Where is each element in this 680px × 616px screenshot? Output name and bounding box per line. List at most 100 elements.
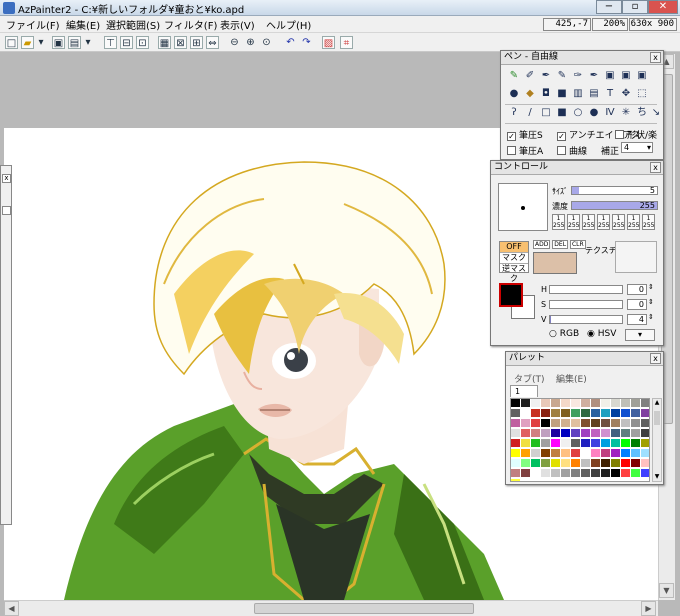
- curve-icon[interactable]: ち: [635, 106, 649, 120]
- palette-color-swatch[interactable]: [601, 429, 611, 438]
- h-value[interactable]: 0: [627, 284, 647, 295]
- palette-color-swatch[interactable]: [581, 429, 591, 438]
- palette-color-swatch[interactable]: [611, 399, 621, 408]
- palette-color-swatch[interactable]: [571, 439, 581, 448]
- palette-color-swatch[interactable]: [581, 459, 591, 468]
- palette-color-swatch[interactable]: [641, 419, 649, 428]
- fill-icon[interactable]: ■: [555, 87, 569, 101]
- palette-color-swatch[interactable]: [521, 399, 531, 408]
- palette-color-swatch[interactable]: [611, 449, 621, 458]
- palette-color-swatch[interactable]: [581, 409, 591, 418]
- palette-color-swatch[interactable]: [591, 409, 601, 418]
- palette-color-swatch[interactable]: [571, 459, 581, 468]
- pen-icon[interactable]: ✒: [539, 69, 553, 83]
- layer-icon[interactable]: ⊤: [104, 36, 117, 49]
- zoom-out-icon[interactable]: ⊖: [228, 36, 241, 49]
- rect-icon[interactable]: □: [539, 106, 553, 120]
- palette-color-swatch[interactable]: [581, 469, 591, 478]
- palette-color-swatch[interactable]: [521, 469, 531, 478]
- palette-color-swatch[interactable]: [601, 449, 611, 458]
- pen-icon[interactable]: ✎: [555, 69, 569, 83]
- menu-edit[interactable]: 編集(E): [66, 17, 100, 32]
- palette-color-swatch[interactable]: [611, 439, 621, 448]
- palette-color-swatch[interactable]: [601, 459, 611, 468]
- layer-icon[interactable]: ▣: [635, 69, 649, 83]
- close-icon[interactable]: x: [2, 174, 11, 183]
- palette-color-swatch[interactable]: [551, 419, 561, 428]
- palette-color-swatch[interactable]: [591, 399, 601, 408]
- palette-color-swatch[interactable]: [631, 399, 641, 408]
- palette-color-swatch[interactable]: [621, 429, 631, 438]
- menu-file[interactable]: ファイル(F): [6, 17, 60, 32]
- palette-color-swatch[interactable]: [531, 469, 541, 478]
- palette-color-swatch[interactable]: [611, 409, 621, 418]
- minimize-button[interactable]: −: [596, 0, 622, 14]
- palette-color-swatch[interactable]: [541, 399, 551, 408]
- preset-button[interactable]: 1 255: [582, 214, 595, 230]
- lasso-icon[interactable]: ʔ: [507, 106, 521, 120]
- palette-color-swatch[interactable]: [571, 429, 581, 438]
- palette-color-swatch[interactable]: [571, 399, 581, 408]
- palette-color-swatch[interactable]: [631, 419, 641, 428]
- palette-color-swatch[interactable]: [511, 419, 521, 428]
- palette-color-swatch[interactable]: [571, 409, 581, 418]
- palette-color-swatch[interactable]: [521, 449, 531, 458]
- option-shape[interactable]: 形状/楽: [615, 128, 657, 141]
- menu-filter[interactable]: フィルタ(F): [164, 17, 217, 32]
- palette-color-swatch[interactable]: [541, 439, 551, 448]
- palette-color-swatch[interactable]: [631, 409, 641, 418]
- palette-color-swatch[interactable]: [551, 459, 561, 468]
- gradient-icon[interactable]: ▥: [571, 87, 585, 101]
- palette-color-swatch[interactable]: [591, 419, 601, 428]
- palette-color-swatch[interactable]: [641, 399, 649, 408]
- palette-color-swatch[interactable]: [611, 419, 621, 428]
- option-hitsuatsu-a[interactable]: 筆圧A: [507, 144, 543, 157]
- chevron-down-icon[interactable]: ▾: [625, 329, 655, 341]
- palette-color-swatch[interactable]: [521, 419, 531, 428]
- palette-color-swatch[interactable]: [551, 439, 561, 448]
- palette-color-swatch[interactable]: [561, 409, 571, 418]
- layer-icon[interactable]: ⊟: [120, 36, 133, 49]
- palette-color-swatch[interactable]: [541, 409, 551, 418]
- palette-color-swatch[interactable]: [601, 419, 611, 428]
- palette-color-swatch[interactable]: [641, 469, 649, 478]
- palette-color-swatch[interactable]: [561, 449, 571, 458]
- v-slider[interactable]: [549, 315, 623, 324]
- airbrush-icon[interactable]: ✑: [571, 69, 585, 83]
- palette-color-swatch[interactable]: [601, 469, 611, 478]
- move-icon[interactable]: ✥: [619, 87, 633, 101]
- left-panel[interactable]: x: [0, 165, 12, 525]
- palette-color-swatch[interactable]: [561, 459, 571, 468]
- del-button[interactable]: DEL: [552, 240, 569, 249]
- s-slider[interactable]: [549, 300, 623, 309]
- checkbox-checked-icon[interactable]: ✓: [507, 132, 516, 141]
- palette-color-swatch[interactable]: [631, 459, 641, 468]
- palette-color-swatch[interactable]: [641, 459, 649, 468]
- checkbox-icon[interactable]: [507, 146, 516, 155]
- bucket-icon[interactable]: ◆: [523, 87, 537, 101]
- rgb-radio[interactable]: ○ RGB: [549, 329, 579, 339]
- palette-color-swatch[interactable]: [561, 429, 571, 438]
- ellipse-fill-icon[interactable]: ●: [587, 106, 601, 120]
- scroll-right-icon[interactable]: ▶: [641, 601, 656, 616]
- palette-color-swatch[interactable]: [551, 429, 561, 438]
- drop-icon[interactable]: ●: [507, 87, 521, 101]
- clr-button[interactable]: CLR: [569, 240, 586, 249]
- palette-scrollbar[interactable]: ▲ ▼: [652, 398, 662, 482]
- size-slider[interactable]: 5: [571, 186, 658, 195]
- palette-menu-tab[interactable]: タブ(T): [514, 372, 545, 385]
- close-button[interactable]: ✕: [648, 0, 678, 14]
- mask-option[interactable]: マスク: [500, 252, 528, 263]
- palette-menu-edit[interactable]: 編集(E): [556, 372, 587, 385]
- close-icon[interactable]: x: [650, 353, 661, 364]
- palette-color-swatch[interactable]: [611, 469, 621, 478]
- palette-color-swatch[interactable]: [561, 419, 571, 428]
- star-icon[interactable]: ✳: [619, 106, 633, 120]
- palette-color-swatch[interactable]: [641, 429, 649, 438]
- palette-color-swatch[interactable]: [541, 469, 551, 478]
- palette-color-swatch[interactable]: [591, 469, 601, 478]
- flip-icon[interactable]: ⇔: [206, 36, 219, 49]
- horizontal-scrollbar[interactable]: ◀ ▶: [4, 600, 658, 616]
- text-icon[interactable]: ▤: [587, 87, 601, 101]
- preset-button[interactable]: 1 255: [552, 214, 565, 230]
